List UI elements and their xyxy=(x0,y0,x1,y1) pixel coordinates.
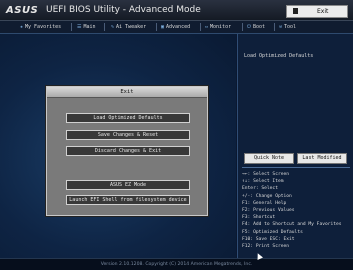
key-help-item: Enter: Select xyxy=(242,186,278,192)
help-panel: Load Optimized Defaults Quick Note Last … xyxy=(237,34,353,258)
key-help-item: +/-: Change Option xyxy=(242,193,292,199)
quick-note-button[interactable]: Quick Note xyxy=(244,153,294,164)
key-help-item: F2: Previous Values xyxy=(242,207,295,213)
tab-divider xyxy=(200,23,201,31)
key-help-item: F3: Shortcut xyxy=(242,215,276,221)
key-help-item: F4: Add to Shortcut and My Favorites xyxy=(242,222,342,228)
asus-ez-mode-button[interactable]: ASUS EZ Mode xyxy=(66,180,190,190)
last-modified-button[interactable]: Last Modified xyxy=(297,153,347,164)
key-help-item: F1: General Help xyxy=(242,200,287,206)
star-icon: ★ xyxy=(20,24,24,30)
exit-button[interactable]: Exit xyxy=(286,5,348,18)
menu-tabs: ★ My Favorites ☰ Main ✎ Ai Tweaker ▣ Advance… xyxy=(0,21,353,34)
launch-efi-shell-button[interactable]: Launch EFI Shell from filesystem device xyxy=(66,195,190,205)
advanced-icon: ▣ xyxy=(161,24,165,30)
tab-tool[interactable]: ⚒ Tool xyxy=(279,24,296,30)
tab-divider xyxy=(274,23,275,31)
tab-advanced[interactable]: ▣ Advanced xyxy=(161,24,190,30)
exit-dialog: Exit Load Optimized Defaults Save Change… xyxy=(46,86,208,216)
tab-divider xyxy=(242,23,243,31)
key-help-item: ↑↓: Select Item xyxy=(242,179,284,185)
tool-icon: ⚒ xyxy=(279,24,283,30)
key-help-list: →←: Select Screen ↑↓: Select Item Enter:… xyxy=(242,171,342,250)
tab-divider xyxy=(71,23,72,31)
dialog-header: Exit xyxy=(47,87,207,98)
tab-divider xyxy=(104,23,105,31)
tab-boot[interactable]: ⏻ Boot xyxy=(247,24,265,30)
exit-icon xyxy=(293,8,298,14)
footer: Version 2.10.1208. Copyright (C) 2014 Am… xyxy=(0,258,353,270)
wrench-icon: ✎ xyxy=(111,24,115,30)
help-divider xyxy=(242,167,350,168)
key-help-item: →←: Select Screen xyxy=(242,172,290,177)
dialog-title: Exit xyxy=(120,89,134,95)
key-help-item: F12: Print Screen xyxy=(242,243,290,249)
save-changes-reset-button[interactable]: Save Changes & Reset xyxy=(66,130,190,140)
discard-changes-exit-button[interactable]: Discard Changes & Exit xyxy=(66,146,190,156)
tab-main[interactable]: ☰ Main xyxy=(77,24,96,30)
tab-my-favorites[interactable]: ★ My Favorites xyxy=(20,24,61,30)
asus-logo: ASUS xyxy=(6,5,39,16)
version-text: Version 2.10.1208. Copyright (C) 2014 Am… xyxy=(100,262,253,267)
power-icon: ⏻ xyxy=(247,24,251,30)
load-optimized-defaults-button[interactable]: Load Optimized Defaults xyxy=(66,113,190,123)
exit-label: Exit xyxy=(317,8,329,15)
title-bar: ASUS UEFI BIOS Utility - Advanced Mode E… xyxy=(0,0,353,21)
key-help-item: F5: Optimized Defaults xyxy=(242,229,303,235)
tab-monitor[interactable]: ▭ Monitor xyxy=(205,24,231,30)
app-title: UEFI BIOS Utility - Advanced Mode xyxy=(46,5,201,15)
list-icon: ☰ xyxy=(77,24,82,30)
monitor-icon: ▭ xyxy=(205,24,209,30)
tab-ai-tweaker[interactable]: ✎ Ai Tweaker xyxy=(111,24,146,30)
tab-divider xyxy=(156,23,157,31)
help-text: Load Optimized Defaults xyxy=(244,53,314,59)
key-help-item: F10: Save ESC: Exit xyxy=(242,236,295,242)
